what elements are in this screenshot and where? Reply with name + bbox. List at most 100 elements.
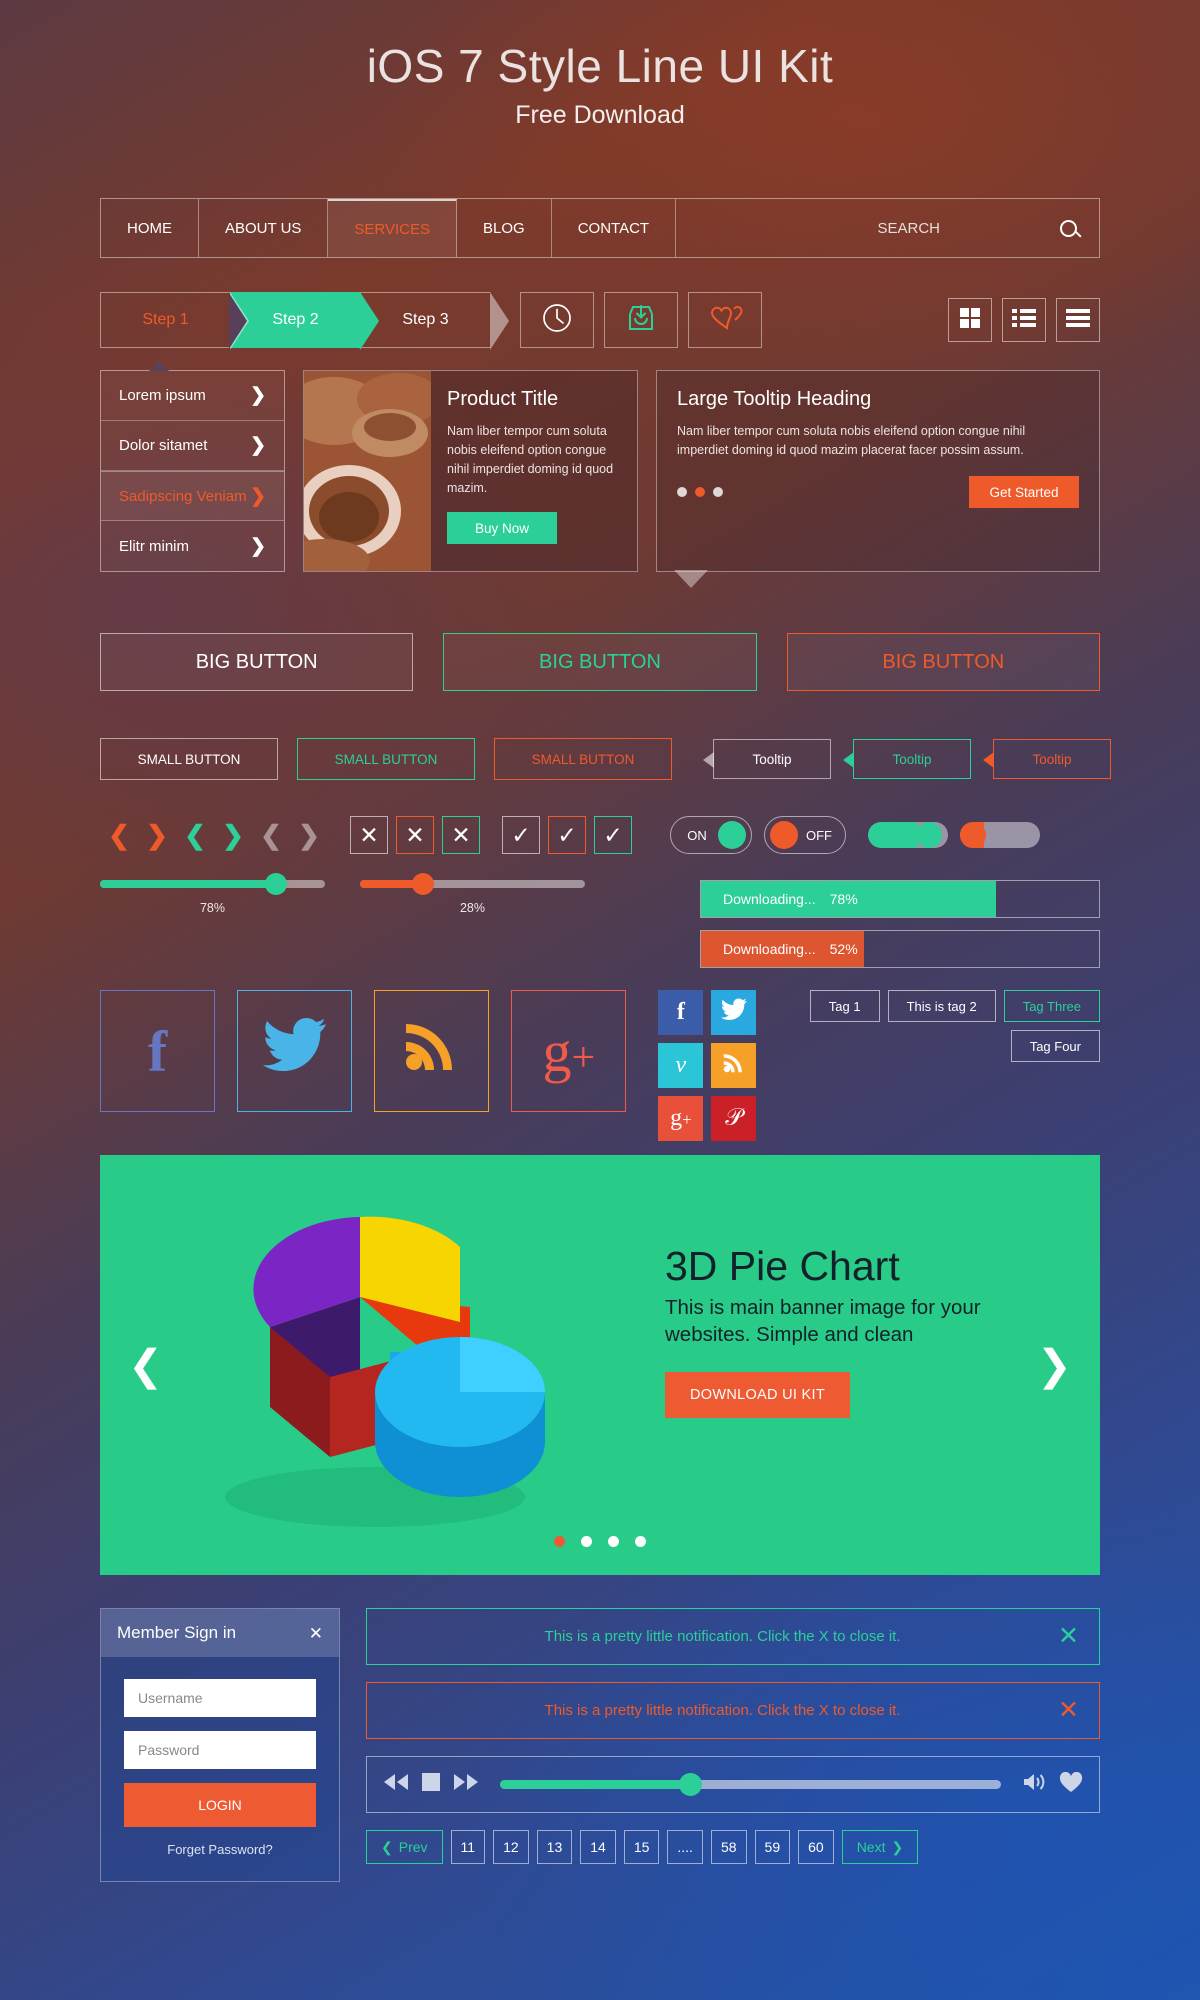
facebook-large-button[interactable]: f bbox=[100, 990, 216, 1112]
close-icon[interactable]: ✕ bbox=[1058, 1624, 1079, 1649]
pagination-page[interactable]: 59 bbox=[754, 1830, 791, 1864]
slider-knob[interactable] bbox=[264, 873, 287, 895]
tag-item[interactable]: Tag Four bbox=[1010, 1030, 1100, 1062]
slider-track[interactable] bbox=[360, 873, 585, 895]
toggle-on[interactable]: ON bbox=[670, 816, 752, 854]
download-ui-kit-button[interactable]: DOWNLOAD UI KIT bbox=[665, 1372, 850, 1419]
carousel-dot-active[interactable] bbox=[695, 487, 705, 497]
pagination-page[interactable]: 15 bbox=[623, 1830, 660, 1864]
password-input[interactable]: Password bbox=[124, 1731, 316, 1769]
tag-item-green[interactable]: Tag Three bbox=[1003, 990, 1100, 1022]
search-input[interactable]: SEARCH bbox=[877, 220, 940, 237]
clock-button[interactable] bbox=[520, 292, 594, 348]
grid-view-button[interactable] bbox=[948, 298, 992, 342]
twitter-mini-button[interactable] bbox=[711, 990, 757, 1035]
nav-item-blog[interactable]: BLOG bbox=[457, 199, 552, 257]
dropdown-item-elitr-minim[interactable]: Elitr minim ❯ bbox=[101, 521, 284, 571]
twitter-large-button[interactable] bbox=[237, 990, 353, 1112]
rss-mini-button[interactable] bbox=[711, 1043, 757, 1088]
toggle-off[interactable]: OFF bbox=[764, 816, 846, 854]
switch-orange[interactable] bbox=[960, 822, 1040, 848]
step-1[interactable]: Step 1 bbox=[100, 292, 249, 350]
dropdown-item-dolor-sitamet[interactable]: Dolor sitamet ❯ bbox=[101, 421, 284, 471]
step-3[interactable]: Step 3 bbox=[360, 292, 509, 350]
small-button-white[interactable]: SMALL BUTTON bbox=[100, 738, 278, 780]
checkbox-x-orange[interactable]: ✕ bbox=[396, 816, 434, 854]
checkbox-x-white[interactable]: ✕ bbox=[350, 816, 388, 854]
player-progress-track[interactable] bbox=[500, 1773, 1001, 1796]
arrow-left-orange[interactable]: ❮ bbox=[100, 822, 138, 848]
search-icon[interactable] bbox=[1060, 219, 1077, 237]
checkbox-check-green[interactable]: ✓ bbox=[594, 816, 632, 854]
checkbox-check-orange[interactable]: ✓ bbox=[548, 816, 586, 854]
rewind-icon[interactable] bbox=[383, 1774, 409, 1795]
dropdown-item-lorem-ipsum[interactable]: Lorem ipsum ❯ bbox=[101, 371, 284, 421]
pinterest-mini-button[interactable]: 𝒫 bbox=[711, 1096, 757, 1141]
small-button-orange[interactable]: SMALL BUTTON bbox=[494, 738, 672, 780]
nav-item-contact[interactable]: CONTACT bbox=[552, 199, 677, 257]
step-2[interactable]: Step 2 bbox=[230, 292, 379, 350]
banner-dot[interactable] bbox=[635, 1536, 646, 1547]
big-button-orange[interactable]: BIG BUTTON bbox=[786, 633, 1100, 691]
tooltip-card-description: Nam liber tempor cum soluta nobis eleife… bbox=[677, 424, 1026, 457]
small-button-green[interactable]: SMALL BUTTON bbox=[297, 738, 475, 780]
stop-icon[interactable] bbox=[422, 1773, 440, 1796]
pagination-page[interactable]: 12 bbox=[493, 1830, 529, 1864]
big-button-white[interactable]: BIG BUTTON bbox=[100, 633, 414, 691]
nav-item-home[interactable]: HOME bbox=[101, 199, 199, 257]
heart-icon[interactable] bbox=[1059, 1771, 1083, 1798]
pagination-page[interactable]: 60 bbox=[798, 1830, 834, 1864]
slider-knob[interactable] bbox=[412, 873, 434, 895]
pagination-page[interactable]: 11 bbox=[450, 1830, 486, 1864]
nav-item-services[interactable]: SERVICES bbox=[328, 199, 457, 257]
pagination-page[interactable]: 14 bbox=[580, 1830, 616, 1864]
tag-item[interactable]: Tag 1 bbox=[809, 990, 880, 1022]
slider-orange[interactable]: 28% bbox=[360, 873, 585, 915]
checkbox-check-white[interactable]: ✓ bbox=[502, 816, 540, 854]
pagination-page[interactable]: 13 bbox=[536, 1830, 573, 1864]
login-button[interactable]: LOGIN bbox=[124, 1783, 316, 1827]
arrow-right-gray[interactable]: ❯ bbox=[290, 822, 328, 848]
switch-green[interactable] bbox=[868, 822, 948, 848]
banner-dot[interactable] bbox=[608, 1536, 619, 1547]
arrow-right-green[interactable]: ❯ bbox=[214, 822, 252, 848]
vimeo-mini-button[interactable]: v bbox=[658, 1043, 704, 1088]
arrow-left-green[interactable]: ❮ bbox=[176, 822, 214, 848]
volume-icon[interactable] bbox=[1022, 1772, 1046, 1797]
slider-green[interactable]: 78% bbox=[100, 873, 325, 915]
banner-dot[interactable] bbox=[581, 1536, 592, 1547]
banner-next-button[interactable]: ❯ bbox=[1037, 1341, 1072, 1390]
googleplus-mini-button[interactable]: g+ bbox=[658, 1096, 704, 1141]
menu-view-button[interactable] bbox=[1056, 298, 1100, 342]
pagination-prev[interactable]: ❮ Prev bbox=[366, 1830, 443, 1864]
carousel-dot[interactable] bbox=[677, 487, 687, 497]
rss-large-button[interactable] bbox=[374, 990, 490, 1112]
close-icon[interactable]: ✕ bbox=[309, 1625, 323, 1642]
search-field[interactable]: SEARCH bbox=[676, 199, 1099, 257]
buy-now-button[interactable]: Buy Now bbox=[447, 512, 557, 544]
favorites-button[interactable] bbox=[688, 292, 762, 348]
dropdown-item-sadipscing-veniam[interactable]: Sadipscing Veniam ❯ bbox=[101, 471, 284, 521]
download-button[interactable] bbox=[604, 292, 678, 348]
slider-track[interactable] bbox=[100, 873, 325, 895]
arrow-left-gray[interactable]: ❮ bbox=[252, 822, 290, 848]
tag-item[interactable]: This is tag 2 bbox=[887, 990, 996, 1022]
pagination-next[interactable]: Next ❯ bbox=[841, 1830, 919, 1864]
facebook-mini-button[interactable]: f bbox=[658, 990, 704, 1035]
username-input[interactable]: Username bbox=[124, 1679, 316, 1717]
nav-item-about-us[interactable]: ABOUT US bbox=[199, 199, 329, 257]
banner-dot-active[interactable] bbox=[554, 1536, 565, 1547]
banner-prev-button[interactable]: ❮ bbox=[128, 1341, 163, 1390]
forgot-password-link[interactable]: Forget Password? bbox=[124, 1842, 316, 1857]
checkbox-x-green[interactable]: ✕ bbox=[442, 816, 480, 854]
get-started-button[interactable]: Get Started bbox=[969, 476, 1079, 508]
player-progress-knob[interactable] bbox=[679, 1773, 703, 1796]
big-button-green[interactable]: BIG BUTTON bbox=[443, 633, 757, 691]
arrow-right-orange[interactable]: ❯ bbox=[138, 822, 176, 848]
carousel-dot[interactable] bbox=[713, 487, 723, 497]
googleplus-large-button[interactable]: g+ bbox=[511, 990, 627, 1112]
list-view-button[interactable] bbox=[1002, 298, 1046, 342]
fast-forward-icon[interactable] bbox=[453, 1774, 479, 1795]
pagination-page[interactable]: 58 bbox=[710, 1830, 747, 1864]
close-icon[interactable]: ✕ bbox=[1058, 1698, 1079, 1723]
